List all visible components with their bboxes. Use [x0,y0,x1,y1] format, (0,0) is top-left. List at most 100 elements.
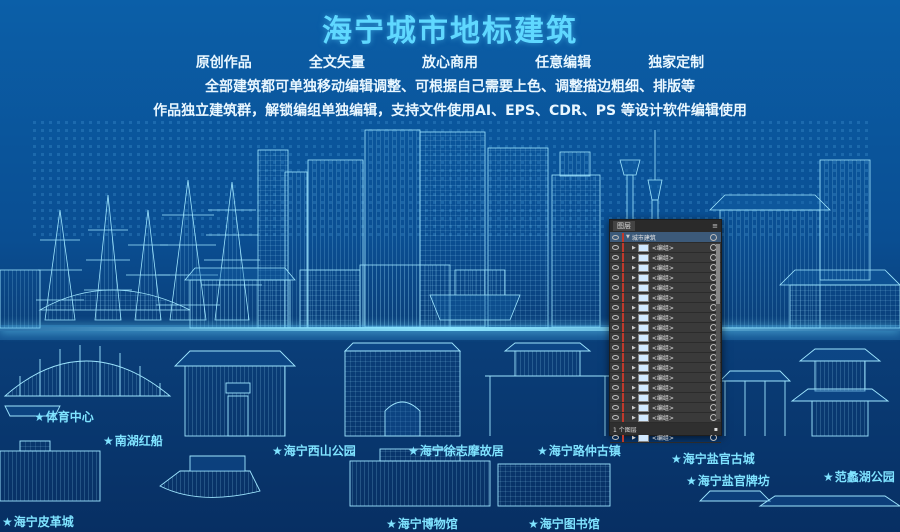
label-pige: ★海宁皮革城 [2,515,74,529]
layer-group-row[interactable]: ▶ <编组> [610,373,721,383]
trash-icon[interactable]: ▪ [714,426,718,433]
label-paifang: ★海宁盐官牌坊 [686,474,770,488]
expand-triangle-icon[interactable]: ▶ [632,255,636,261]
eye-icon[interactable] [612,275,619,280]
expand-triangle-icon[interactable]: ▶ [632,315,636,321]
eye-icon[interactable] [612,305,619,310]
layer-group-row[interactable]: ▶ <编组> [610,263,721,273]
layer-group-row[interactable]: ▶ <编组> [610,313,721,323]
panel-tabbar: 图层 ≡ [610,220,721,232]
group-row-list: ▶ <编组> ▶ <编组> ▶ <编组> ▶ <编组> ▶ <编组> ▶ <编组> ▶ <编组> ▶ <编组>… [610,243,721,443]
eye-icon[interactable] [612,375,619,380]
expand-triangle-icon[interactable]: ▶ [632,435,636,441]
target-circle-icon[interactable] [710,233,717,241]
layer-color-marker [622,403,624,412]
expand-triangle-icon[interactable]: ▶ [632,345,636,351]
expand-triangle-icon[interactable]: ▶ [632,325,636,331]
eye-icon[interactable] [612,295,619,300]
layer-group-row[interactable]: ▶ <编组> [610,323,721,333]
expand-triangle-icon[interactable]: ▶ [632,335,636,341]
expand-triangle-icon[interactable]: ▶ [632,415,636,421]
eye-icon[interactable] [612,315,619,320]
eye-icon[interactable] [612,335,619,340]
eye-icon[interactable] [612,405,619,410]
layer-thumbnail [637,253,649,262]
expand-triangle-icon[interactable]: ▶ [632,355,636,361]
layer-row-top[interactable]: ▼ 城市建筑 [610,232,721,243]
eye-icon[interactable] [612,435,619,440]
layer-thumbnail [637,393,649,402]
expand-triangle-icon[interactable]: ▶ [632,405,636,411]
eye-icon[interactable] [612,345,619,350]
expand-triangle-icon[interactable]: ▶ [632,275,636,281]
layer-group-row[interactable]: ▶ <编组> [610,243,721,253]
panel-menu-icon[interactable]: ≡ [712,222,718,230]
page-title: 海宁城市地标建筑 [322,14,578,49]
eye-icon[interactable] [612,234,619,240]
layer-thumbnail [637,323,649,332]
feature-item: 任意编辑 [535,55,592,71]
eye-icon[interactable] [612,325,619,330]
layer-group-row[interactable]: ▶ <编组> [610,303,721,313]
layer-group-row[interactable]: ▶ <编组> [610,333,721,343]
feature-item: 放心商用 [422,55,478,71]
layer-group-row[interactable]: ▶ <编组> [610,343,721,353]
layer-group-row[interactable]: ▶ <编组> [610,383,721,393]
layer-name: <编组> [651,285,674,292]
layer-thumbnail [637,333,649,342]
layer-name: <编组> [651,305,674,312]
layer-group-row[interactable]: ▶ <编组> [610,293,721,303]
expand-triangle-icon[interactable]: ▶ [632,395,636,401]
label-nanhu: ★南湖红船 [103,434,163,448]
layer-name: <编组> [651,335,674,342]
layer-group-row[interactable]: ▶ <编组> [610,273,721,283]
layer-name: <编组> [651,275,674,282]
label-xishan: ★海宁西山公园 [272,444,356,458]
expand-triangle-icon[interactable]: ▶ [632,385,636,391]
layer-color-marker [622,232,624,242]
expand-triangle-icon[interactable]: ▶ [632,375,636,381]
layer-group-row[interactable]: ▶ <编组> [610,413,721,423]
layer-group-row[interactable]: ▶ <编组> [610,253,721,263]
layer-thumbnail [637,363,649,372]
layer-name: <编组> [651,245,674,252]
expand-triangle-icon[interactable]: ▶ [632,285,636,291]
layer-group-row[interactable]: ▶ <编组> [610,283,721,293]
expand-triangle-icon[interactable]: ▶ [632,305,636,311]
eye-icon[interactable] [612,355,619,360]
target-circle-icon[interactable] [710,434,717,441]
eye-icon[interactable] [612,265,619,270]
eye-icon[interactable] [612,395,619,400]
eye-icon[interactable] [612,365,619,370]
expand-triangle-icon[interactable]: ▶ [632,365,636,371]
star-icon: ★ [34,410,45,424]
layer-group-row[interactable]: ▶ <编组> [610,393,721,403]
layer-group-row[interactable]: ▶ <编组> [610,403,721,413]
eye-icon[interactable] [612,385,619,390]
star-icon: ★ [386,517,397,531]
eye-icon[interactable] [612,415,619,420]
label-tushuguan: ★海宁图书馆 [528,517,600,531]
expand-triangle-icon[interactable]: ▼ [626,234,630,240]
tab-layers[interactable]: 图层 [613,221,635,231]
description-line-1: 全部建筑都可单独移动编辑调整、可根据自己需要上色、调整描边粗细、排版等 [205,79,695,95]
expand-triangle-icon[interactable]: ▶ [632,295,636,301]
eye-icon[interactable] [612,285,619,290]
layer-name: <编组> [651,385,674,392]
feature-item: 原创作品 [195,55,252,71]
layer-name: <编组> [651,405,674,412]
star-icon: ★ [671,452,682,466]
panel-scrollbar[interactable] [716,244,720,419]
layer-thumbnail [637,303,649,312]
layer-group-row[interactable]: ▶ <编组> [610,363,721,373]
skyline-illustration [0,120,900,340]
expand-triangle-icon[interactable]: ▶ [632,265,636,271]
eye-icon[interactable] [612,245,619,250]
layers-panel[interactable]: 图层 ≡ ▼ 城市建筑 ▶ <编组> ▶ <编组> ▶ <编组> ▶ <编组> ▶ <编组> ▶ <编… [609,219,722,443]
layer-group-row[interactable]: ▶ <编组> [610,353,721,363]
layer-thumbnail [637,283,649,292]
eye-icon[interactable] [612,255,619,260]
label-tiyu: ★体育中心 [34,410,94,424]
layer-color-marker [622,343,624,352]
expand-triangle-icon[interactable]: ▶ [632,245,636,251]
